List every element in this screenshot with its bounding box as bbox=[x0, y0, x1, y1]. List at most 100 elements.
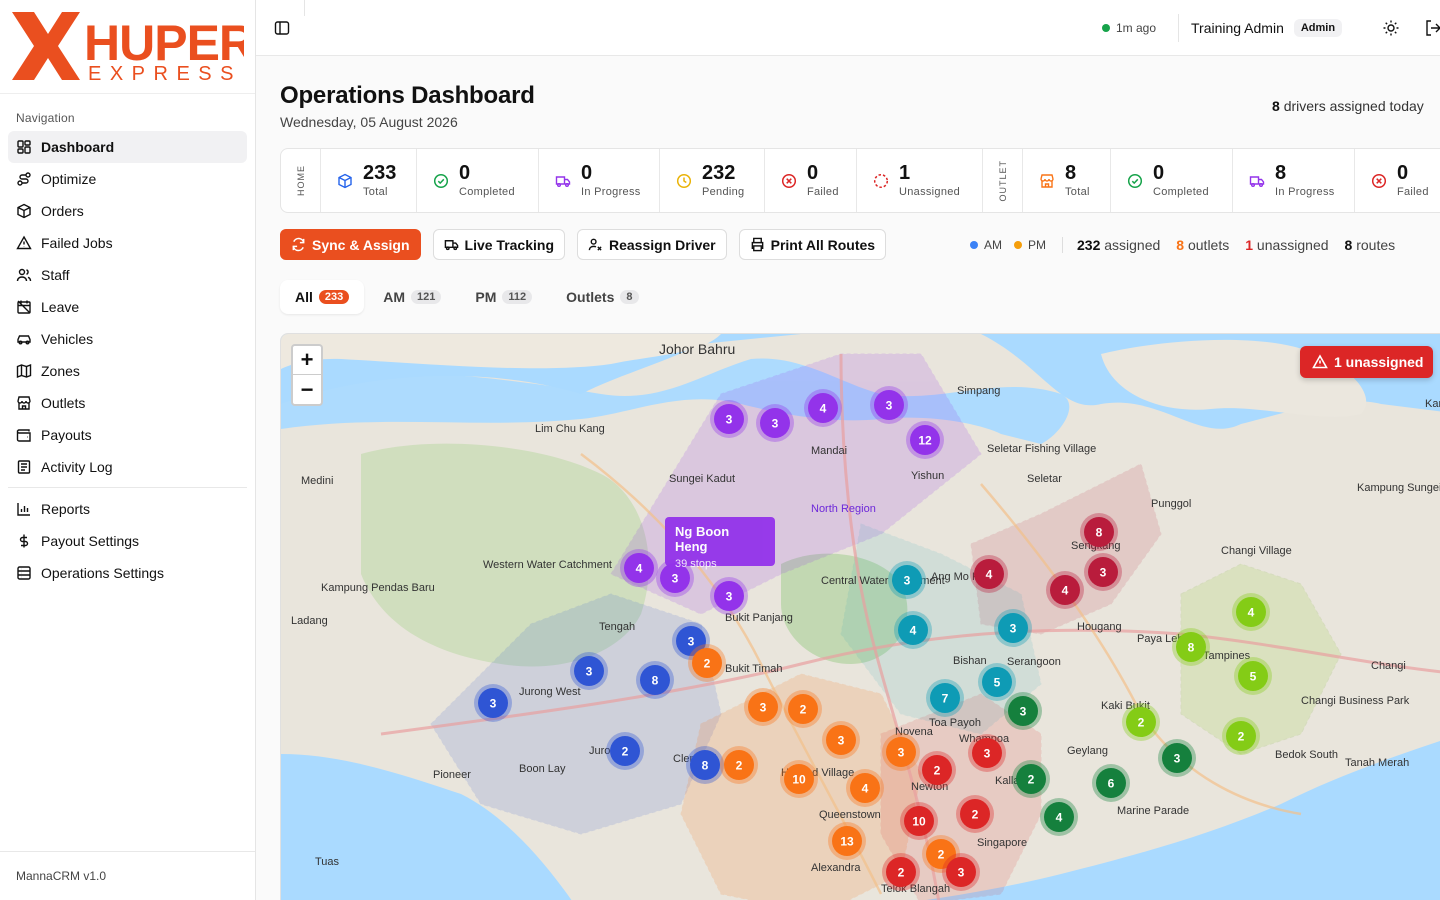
stat-outlet-failed[interactable]: 0 Failed bbox=[1355, 149, 1440, 212]
print-routes-label: Print All Routes bbox=[770, 236, 876, 253]
cluster-marker[interactable]: 3 bbox=[994, 609, 1032, 647]
sidebar-item-zones[interactable]: Zones bbox=[8, 355, 247, 387]
zoom-out-button[interactable]: − bbox=[293, 375, 321, 404]
route-map[interactable]: Johor Bahru Lim Chu Kang Mandai Yishun Selet… bbox=[280, 333, 1440, 900]
tab-all[interactable]: All 233 bbox=[280, 280, 365, 314]
sun-icon[interactable] bbox=[1382, 19, 1400, 37]
map-place-label: Tanah Merah bbox=[1345, 757, 1409, 769]
cluster-marker[interactable]: 6 bbox=[1092, 764, 1130, 802]
cluster-marker[interactable]: 5 bbox=[1234, 657, 1272, 695]
cluster-marker[interactable]: 7 bbox=[926, 679, 964, 717]
cluster-marker[interactable]: 2 bbox=[918, 751, 956, 789]
cluster-marker[interactable]: 3 bbox=[942, 853, 980, 891]
cluster-marker[interactable]: 3 bbox=[822, 721, 860, 759]
sidebar-item-label: Activity Log bbox=[41, 459, 113, 475]
cluster-marker[interactable]: 3 bbox=[888, 561, 926, 599]
tab-count-badge: 8 bbox=[620, 290, 639, 304]
cluster-marker[interactable]: 10 bbox=[780, 760, 818, 798]
cluster-marker[interactable]: 3 bbox=[570, 652, 608, 690]
reassign-driver-button[interactable]: Reassign Driver bbox=[577, 229, 727, 260]
users-icon bbox=[16, 268, 32, 282]
cluster-marker[interactable]: 4 bbox=[846, 769, 884, 807]
cluster-marker[interactable]: 2 bbox=[1122, 703, 1160, 741]
cluster-marker[interactable]: 2 bbox=[688, 644, 726, 682]
cluster-marker[interactable]: 4 bbox=[894, 611, 932, 649]
cluster-marker[interactable]: 5 bbox=[978, 663, 1016, 701]
cluster-marker[interactable]: 3 bbox=[710, 577, 748, 615]
sidebar-item-outlets[interactable]: Outlets bbox=[8, 387, 247, 419]
cluster-marker[interactable]: 4 bbox=[970, 555, 1008, 593]
stat-outlet-total[interactable]: 8 Total bbox=[1023, 149, 1111, 212]
sidebar-item-dashboard[interactable]: Dashboard bbox=[8, 131, 247, 163]
sync-assign-button[interactable]: Sync & Assign bbox=[280, 229, 421, 260]
cluster-marker[interactable]: 2 bbox=[784, 690, 822, 728]
cluster-marker[interactable]: 12 bbox=[906, 421, 944, 459]
stat-home-unassigned[interactable]: 1 Unassigned bbox=[857, 149, 983, 212]
stat-home-pending[interactable]: 232 Pending bbox=[660, 149, 765, 212]
sidebar-item-failed-jobs[interactable]: Failed Jobs bbox=[8, 227, 247, 259]
cluster-marker[interactable]: 2 bbox=[956, 795, 994, 833]
cluster-marker[interactable]: 4 bbox=[620, 549, 658, 587]
unassigned-alert-button[interactable]: 1 unassigned bbox=[1300, 346, 1434, 378]
sidebar-toggle-icon[interactable] bbox=[274, 20, 290, 36]
sidebar-item-staff[interactable]: Staff bbox=[8, 259, 247, 291]
tab-pm[interactable]: PM 112 bbox=[460, 280, 547, 314]
cluster-marker[interactable]: 2 bbox=[882, 853, 920, 891]
sidebar-item-payouts[interactable]: Payouts bbox=[8, 419, 247, 451]
cluster-marker[interactable]: 10 bbox=[900, 802, 938, 840]
cluster-marker[interactable]: 2 bbox=[720, 746, 758, 784]
cluster-marker[interactable]: 3 bbox=[1158, 739, 1196, 777]
map-canvas[interactable]: Johor Bahru Lim Chu Kang Mandai Yishun Selet… bbox=[281, 334, 1440, 900]
cluster-marker[interactable]: 3 bbox=[756, 404, 794, 442]
svg-text:3: 3 bbox=[958, 866, 965, 880]
cluster-marker[interactable]: 3 bbox=[882, 733, 920, 771]
cluster-marker[interactable]: 13 bbox=[828, 822, 866, 860]
driver-tooltip: Ng Boon Heng 39 stops bbox=[665, 517, 775, 570]
live-tracking-button[interactable]: Live Tracking bbox=[432, 229, 565, 260]
cluster-marker[interactable]: 3 bbox=[1084, 553, 1122, 591]
stat-home-failed[interactable]: 0 Failed bbox=[765, 149, 857, 212]
cluster-marker[interactable]: 3 bbox=[744, 688, 782, 726]
cluster-marker[interactable]: 2 bbox=[1222, 717, 1260, 755]
cluster-marker[interactable]: 3 bbox=[474, 684, 512, 722]
topbar-divider bbox=[304, 0, 305, 16]
tab-outlets[interactable]: Outlets 8 bbox=[551, 280, 653, 314]
cluster-marker[interactable]: 8 bbox=[1172, 628, 1210, 666]
user-menu[interactable]: Training Admin Admin bbox=[1178, 14, 1343, 42]
cluster-marker[interactable]: 4 bbox=[1232, 593, 1270, 631]
sidebar-item-orders[interactable]: Orders bbox=[8, 195, 247, 227]
sidebar-item-reports[interactable]: Reports bbox=[8, 493, 247, 525]
stat-home-total[interactable]: 233 Total bbox=[321, 149, 417, 212]
cluster-marker[interactable]: 2 bbox=[1012, 760, 1050, 798]
cluster-marker[interactable]: 8 bbox=[636, 661, 674, 699]
sidebar-item-activity-log[interactable]: Activity Log bbox=[8, 451, 247, 483]
brand-logo[interactable]: HUPER EXPRESS bbox=[0, 0, 255, 94]
route-icon bbox=[17, 172, 31, 186]
tab-am[interactable]: AM 121 bbox=[368, 280, 456, 314]
sidebar-item-leave[interactable]: Leave bbox=[8, 291, 247, 323]
print-routes-button[interactable]: Print All Routes bbox=[738, 229, 887, 260]
cluster-marker[interactable]: 3 bbox=[1004, 692, 1042, 730]
cluster-marker[interactable]: 4 bbox=[1040, 798, 1078, 836]
logout-icon[interactable] bbox=[1424, 19, 1440, 37]
zoom-in-button[interactable]: + bbox=[293, 346, 321, 375]
cluster-marker[interactable]: 8 bbox=[1080, 513, 1118, 551]
cluster-marker[interactable]: 3 bbox=[870, 386, 908, 424]
sidebar-item-payout-settings[interactable]: Payout Settings bbox=[8, 525, 247, 557]
cluster-marker[interactable]: 8 bbox=[686, 746, 724, 784]
sidebar-item-operations-settings[interactable]: Operations Settings bbox=[8, 557, 247, 589]
map-place-label: Serangoon bbox=[1007, 656, 1061, 668]
cluster-marker[interactable]: 3 bbox=[968, 734, 1006, 772]
cluster-marker[interactable]: 2 bbox=[606, 732, 644, 770]
cluster-marker[interactable]: 4 bbox=[804, 389, 842, 427]
store-icon bbox=[17, 396, 31, 410]
stat-home-in-progress[interactable]: 0 In Progress bbox=[539, 149, 660, 212]
stat-home-completed[interactable]: 0 Completed bbox=[417, 149, 539, 212]
stat-outlet-completed[interactable]: 0 Completed bbox=[1111, 149, 1233, 212]
wallet-icon bbox=[16, 429, 31, 442]
cluster-marker[interactable]: 4 bbox=[1046, 571, 1084, 609]
stat-outlet-in-progress[interactable]: 8 In Progress bbox=[1233, 149, 1355, 212]
cluster-marker[interactable]: 3 bbox=[710, 400, 748, 438]
sidebar-item-vehicles[interactable]: Vehicles bbox=[8, 323, 247, 355]
sidebar-item-optimize[interactable]: Optimize bbox=[8, 163, 247, 195]
